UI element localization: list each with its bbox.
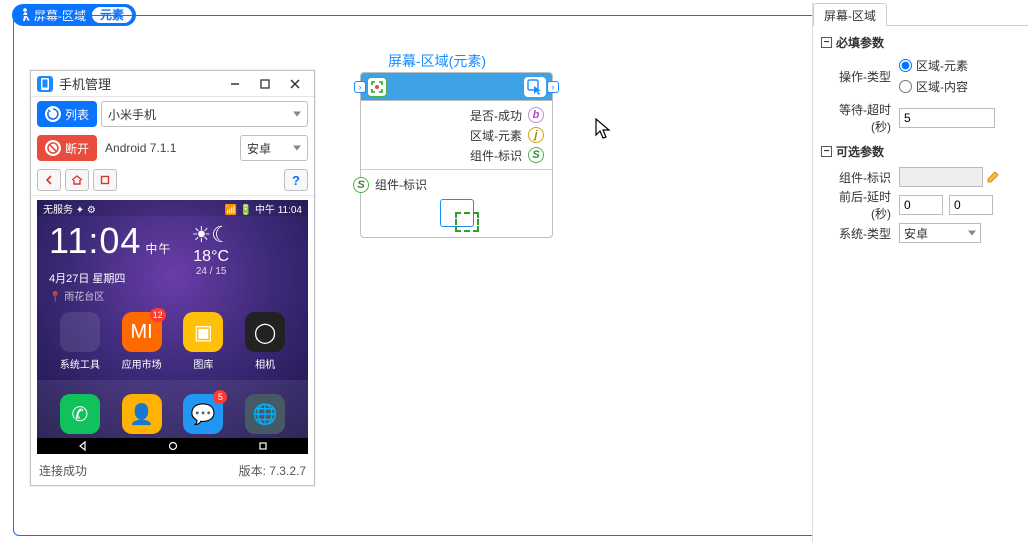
softkey-back-icon bbox=[77, 441, 89, 451]
badge: 5 bbox=[213, 390, 227, 404]
node-out-success: 是否-成功 bbox=[470, 107, 522, 124]
app-label: 相机 bbox=[255, 356, 275, 371]
phone-screen[interactable]: 无服务 ✦ ⚙ 📶 🔋 中午 11:04 11:04中午 4月27日 星期四 📍… bbox=[37, 200, 308, 454]
phone-softkeys[interactable] bbox=[37, 438, 308, 454]
help-button[interactable]: ? bbox=[284, 169, 308, 191]
port-string-icon[interactable]: S bbox=[528, 147, 544, 163]
close-button[interactable] bbox=[280, 72, 310, 96]
phone-clock-time: 11:04中午 bbox=[49, 224, 171, 266]
app-icon bbox=[60, 312, 100, 352]
component-id-label: 组件-标识 bbox=[821, 169, 899, 186]
disconnect-button[interactable]: 断开 bbox=[37, 135, 97, 161]
system-type-label: 系统-类型 bbox=[821, 225, 899, 242]
version-label: 版本: 7.3.2.7 bbox=[239, 462, 306, 479]
node-input-port[interactable]: › bbox=[354, 81, 366, 93]
app-label: 图库 bbox=[193, 356, 213, 371]
group-required[interactable]: − 必填参数 bbox=[821, 34, 1020, 51]
phone-clock-date: 4月27日 星期四 bbox=[49, 270, 171, 286]
app-dock[interactable]: 👤 bbox=[111, 394, 173, 434]
wait-timeout-label: 等待-超时(秒) bbox=[821, 101, 899, 135]
connection-status: 连接成功 bbox=[39, 462, 87, 479]
app-系统工具[interactable]: 系统工具 bbox=[49, 312, 111, 371]
properties-panel: 屏幕-区域 − 必填参数 操作-类型 区域-元素 区域-内容 等待-超时(秒) … bbox=[812, 2, 1028, 542]
component-id-input[interactable] bbox=[899, 167, 983, 187]
android-version: Android 7.1.1 bbox=[101, 141, 236, 155]
window-title: 手机管理 bbox=[59, 74, 220, 93]
op-type-content[interactable]: 区域-内容 bbox=[899, 78, 968, 95]
list-button-label: 列表 bbox=[65, 106, 89, 123]
app-dock[interactable]: 💬5 bbox=[173, 394, 235, 434]
phone-weather: ☀︎☾ 18°C 24 / 15 bbox=[191, 224, 230, 277]
node-in-id: 组件-标识 bbox=[375, 176, 427, 193]
delay-label: 前后-延时(秒) bbox=[821, 188, 899, 222]
app-icon: 🌐 bbox=[245, 394, 285, 434]
app-icon: ✆ bbox=[60, 394, 100, 434]
node-title: 屏幕-区域(元素) bbox=[388, 51, 486, 71]
select-cursor-icon bbox=[524, 77, 546, 97]
phone-status-left: 无服务 ✦ ⚙ bbox=[43, 201, 96, 216]
badge: 12 bbox=[150, 308, 166, 322]
app-icon: MI12 bbox=[122, 312, 162, 352]
softkey-home-icon bbox=[168, 441, 178, 451]
port-json-icon[interactable]: j bbox=[528, 127, 544, 143]
wait-timeout-input[interactable] bbox=[899, 108, 995, 128]
platform-select[interactable]: 安卓 bbox=[240, 135, 308, 161]
edit-icon[interactable] bbox=[985, 169, 1001, 185]
nav-home-button[interactable] bbox=[65, 169, 89, 191]
phone-status-right: 📶 🔋 中午 11:04 bbox=[224, 201, 302, 216]
list-button[interactable]: 列表 bbox=[37, 101, 97, 127]
tab-screen-region[interactable]: 屏幕-区域 bbox=[813, 3, 887, 26]
disconnect-button-label: 断开 bbox=[65, 140, 89, 157]
app-icon: ▣ bbox=[183, 312, 223, 352]
app-icon: 👤 bbox=[122, 394, 162, 434]
phone-clock-location: 📍 雨花台区 bbox=[49, 288, 171, 303]
phone-manager-window[interactable]: 手机管理 列表 小米手机 断开 Android 7.1.1 安卓 bbox=[30, 70, 315, 486]
nav-recent-button[interactable] bbox=[93, 169, 117, 191]
maximize-button[interactable] bbox=[250, 72, 280, 96]
phone-icon bbox=[37, 76, 53, 92]
app-dock[interactable]: 🌐 bbox=[234, 394, 296, 434]
nav-back-button[interactable] bbox=[37, 169, 61, 191]
collapse-icon: − bbox=[821, 37, 832, 48]
node-in-port[interactable]: S bbox=[353, 177, 369, 193]
collapse-icon: − bbox=[821, 146, 832, 157]
app-dock[interactable]: ✆ bbox=[49, 394, 111, 434]
stop-icon bbox=[45, 140, 61, 156]
system-type-select[interactable]: 安卓 bbox=[899, 223, 981, 243]
refresh-icon bbox=[45, 106, 61, 122]
app-图库[interactable]: ▣ 图库 bbox=[173, 312, 235, 371]
app-应用市场[interactable]: MI12 应用市场 bbox=[111, 312, 173, 371]
region-select-icon bbox=[440, 199, 474, 227]
device-selected: 小米手机 bbox=[108, 106, 156, 123]
delay-before-input[interactable] bbox=[899, 195, 943, 215]
app-label: 系统工具 bbox=[60, 356, 100, 371]
minimize-button[interactable] bbox=[220, 72, 250, 96]
platform-selected: 安卓 bbox=[247, 140, 271, 157]
app-相机[interactable]: ◯ 相机 bbox=[234, 312, 296, 371]
delay-after-input[interactable] bbox=[949, 195, 993, 215]
node-output-port[interactable]: › bbox=[547, 81, 559, 93]
weather-icon: ☀︎☾ bbox=[191, 224, 230, 246]
app-label: 应用市场 bbox=[122, 356, 162, 371]
capture-icon bbox=[367, 77, 387, 97]
softkey-recent-icon bbox=[258, 441, 268, 451]
app-icon: ◯ bbox=[245, 312, 285, 352]
block-node[interactable]: › › 是否-成功b 区域-元素j 组件-标识S S 组件-标识 bbox=[360, 72, 553, 238]
node-out-id: 组件-标识 bbox=[470, 147, 522, 164]
op-type-label: 操作-类型 bbox=[821, 68, 899, 85]
port-bool-icon[interactable]: b bbox=[528, 107, 544, 123]
device-select[interactable]: 小米手机 bbox=[101, 101, 308, 127]
group-optional[interactable]: − 可选参数 bbox=[821, 143, 1020, 160]
op-type-element[interactable]: 区域-元素 bbox=[899, 57, 968, 74]
app-icon: 💬5 bbox=[183, 394, 223, 434]
node-out-element: 区域-元素 bbox=[470, 127, 522, 144]
